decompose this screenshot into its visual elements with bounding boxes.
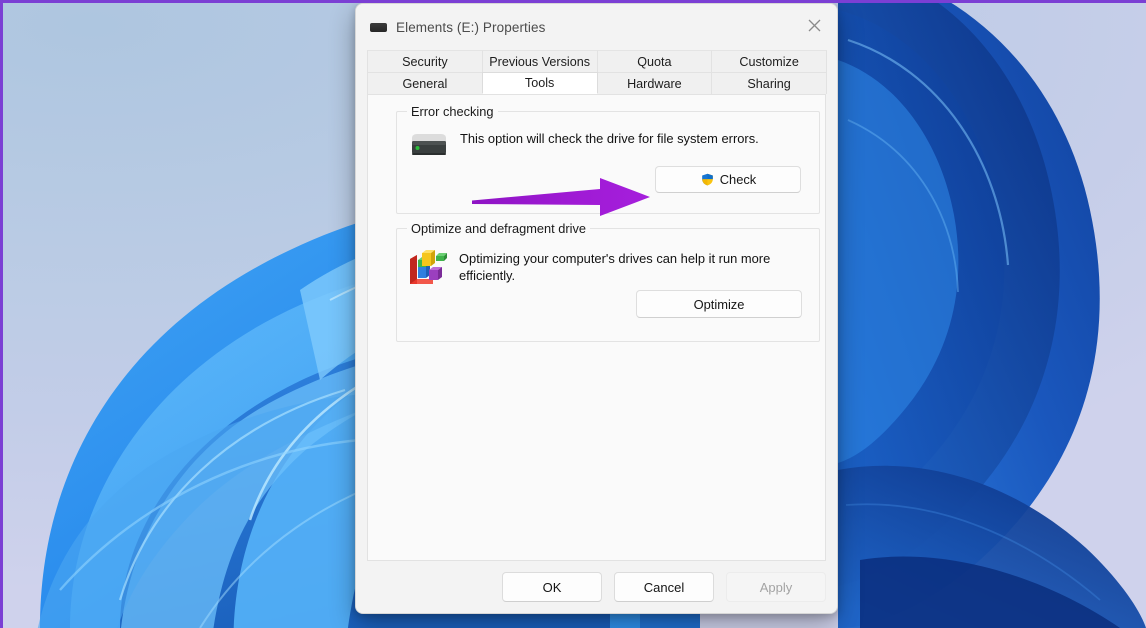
uac-shield-icon [700, 172, 715, 187]
ok-button-label: OK [543, 580, 562, 595]
tab-sharing[interactable]: Sharing [711, 72, 827, 94]
optimize-description: Optimizing your computer's drives can he… [459, 250, 789, 284]
cancel-button[interactable]: Cancel [614, 572, 714, 602]
hard-drive-icon [409, 132, 449, 160]
tab-strip: Security Previous Versions Quota Customi… [356, 50, 837, 94]
apply-button-label: Apply [760, 580, 793, 595]
optimize-group: Optimize and defragment drive [396, 228, 820, 342]
dialog-titlebar[interactable]: Elements (E:) Properties [356, 4, 837, 50]
tab-tools[interactable]: Tools [482, 72, 598, 94]
tab-page-tools: Error checking This option will check th… [367, 94, 826, 561]
tab-label: Hardware [627, 77, 682, 91]
dialog-title: Elements (E:) Properties [396, 20, 545, 35]
tab-label: Customize [739, 55, 799, 69]
tab-label: Sharing [747, 77, 790, 91]
tab-previous-versions[interactable]: Previous Versions [482, 50, 598, 72]
optimize-button[interactable]: Optimize [636, 290, 802, 318]
tab-hardware[interactable]: Hardware [597, 72, 713, 94]
tab-row-top: Security Previous Versions Quota Customi… [367, 50, 826, 72]
tab-general[interactable]: General [367, 72, 483, 94]
properties-dialog: Elements (E:) Properties Security Previo… [355, 3, 838, 614]
dialog-footer: OK Cancel Apply [356, 561, 837, 613]
screenshot-root: Elements (E:) Properties Security Previo… [0, 0, 1146, 628]
tab-row-bottom: General Tools Hardware Sharing [367, 72, 826, 94]
tab-label: Previous Versions [489, 55, 590, 69]
tab-label: Quota [637, 55, 671, 69]
error-checking-group: Error checking This option will check th… [396, 111, 820, 214]
drive-icon [370, 23, 387, 32]
tab-customize[interactable]: Customize [711, 50, 827, 72]
tab-label: Security [402, 55, 448, 69]
check-button[interactable]: Check [655, 166, 801, 193]
apply-button: Apply [726, 572, 826, 602]
optimize-button-label: Optimize [694, 297, 745, 312]
cancel-button-label: Cancel [644, 580, 684, 595]
check-button-label: Check [720, 172, 757, 187]
tab-security[interactable]: Security [367, 50, 483, 72]
close-icon[interactable] [791, 4, 837, 46]
error-checking-description: This option will check the drive for fil… [460, 130, 780, 147]
tab-quota[interactable]: Quota [597, 50, 713, 72]
tab-label: Tools [525, 76, 554, 90]
defragment-icon [407, 249, 447, 287]
ok-button[interactable]: OK [502, 572, 602, 602]
tab-label: General [402, 77, 447, 91]
